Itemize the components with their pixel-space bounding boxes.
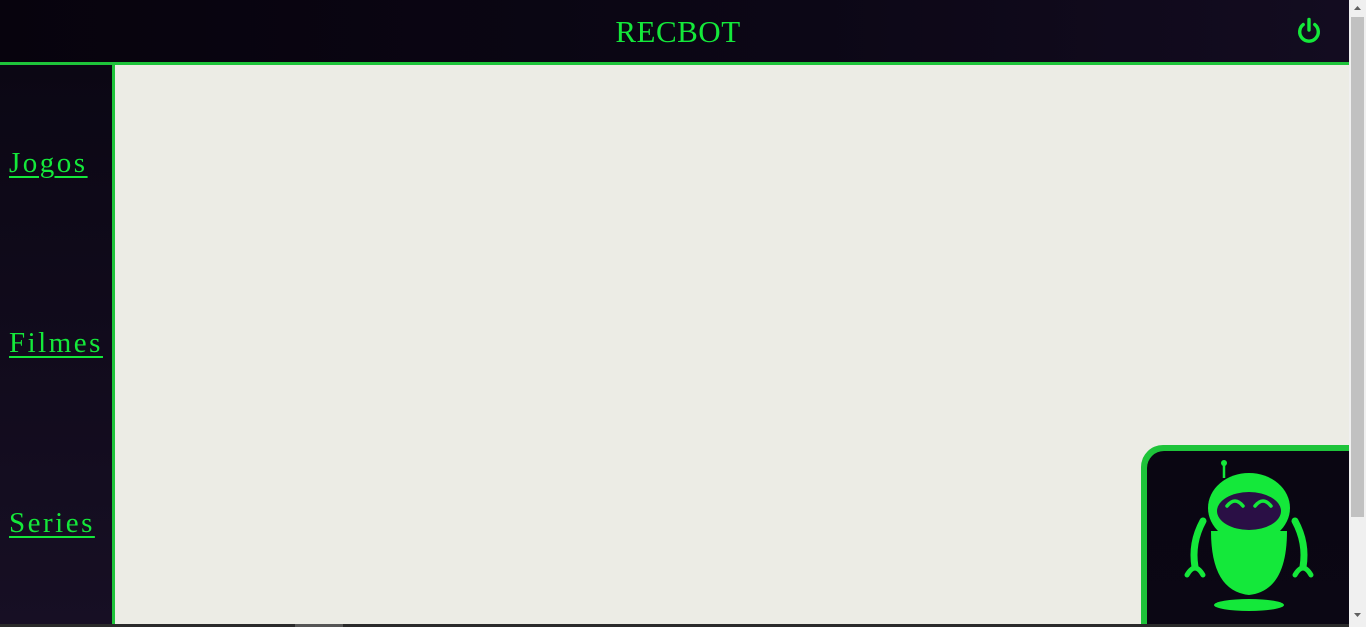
vertical-scrollbar[interactable]	[1349, 0, 1366, 627]
arrow-up-icon	[1354, 6, 1361, 10]
scroll-up-button[interactable]	[1349, 0, 1366, 17]
vertical-scroll-thumb[interactable]	[1351, 17, 1364, 517]
arrow-down-icon	[1354, 613, 1361, 617]
scroll-down-button[interactable]	[1349, 606, 1366, 623]
logout-button[interactable]	[1294, 16, 1324, 46]
sidebar-item-series[interactable]: Series	[9, 507, 95, 540]
top-bar: RECBOT	[0, 0, 1349, 65]
app-title: RECBOT	[615, 14, 741, 49]
chatbot-panel	[1147, 451, 1349, 627]
sidebar: Jogos Filmes Series	[0, 65, 115, 627]
power-icon	[1298, 17, 1320, 43]
sidebar-item-jogos[interactable]: Jogos	[9, 147, 88, 180]
robot-icon	[1184, 460, 1314, 611]
chatbot-button[interactable]	[1141, 445, 1349, 627]
app-window: RECBOT Jogos Filmes Series	[0, 0, 1366, 627]
sidebar-item-filmes[interactable]: Filmes	[9, 327, 103, 360]
